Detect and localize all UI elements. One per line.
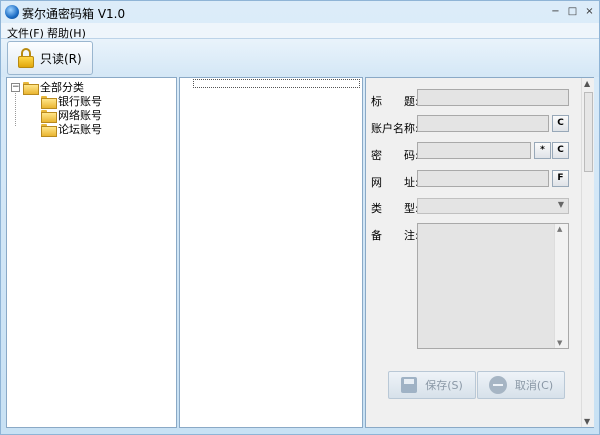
toolbar: 只读(R) [1, 39, 599, 77]
category-tree[interactable]: − 全部分类 银行账号 网络账号 论坛账号 [6, 77, 177, 428]
scrollbar-thumb[interactable] [584, 92, 593, 172]
folder-icon [41, 123, 57, 137]
close-button[interactable]: × [584, 6, 595, 17]
scroll-up-icon[interactable]: ▲ [584, 79, 590, 88]
tree-item-label: 论坛账号 [58, 123, 102, 136]
note-label: 备 注: [371, 229, 419, 242]
maximize-button[interactable]: □ [567, 6, 578, 17]
scroll-up-icon[interactable]: ▲ [557, 225, 562, 233]
save-disk-icon [401, 377, 418, 393]
list-header-row[interactable] [193, 79, 360, 88]
cancel-circle-icon [488, 376, 507, 394]
type-label: 类 型: [371, 202, 419, 215]
open-url-button[interactable]: F [552, 170, 569, 187]
menu-bar: 文件(F) 帮助(H) [1, 23, 599, 40]
folder-icon [41, 95, 57, 109]
chevron-down-icon: ▼ [557, 200, 564, 209]
folder-icon [41, 109, 57, 123]
form-scrollbar[interactable]: ▲ ▼ [581, 78, 594, 427]
account-name-field[interactable] [417, 115, 549, 132]
copy-account-button[interactable]: C [552, 115, 569, 132]
entry-detail-form: 标 题: 账户名称: C 密 码: * C 网 址: F 类 型: ▼ 备 注:… [365, 77, 594, 428]
scroll-down-icon[interactable]: ▼ [584, 417, 590, 426]
copy-password-button[interactable]: C [552, 142, 569, 159]
password-label: 密 码: [371, 149, 419, 162]
tree-item-network-accounts[interactable]: 网络账号 [41, 108, 102, 123]
readonly-button[interactable]: 只读(R) [7, 41, 93, 75]
app-logo-icon [5, 5, 19, 19]
cancel-label: 取消(C) [514, 379, 554, 392]
scroll-down-icon[interactable]: ▼ [557, 339, 562, 347]
type-select[interactable]: ▼ [417, 198, 569, 214]
tree-connector-lines [15, 90, 16, 126]
account-name-label: 账户名称: [371, 122, 419, 135]
folder-icon [23, 81, 39, 95]
title-bar: 赛尔通密码箱 V1.0 − □ × [1, 1, 599, 23]
url-field[interactable] [417, 170, 549, 187]
app-window: 赛尔通密码箱 V1.0 − □ × 文件(F) 帮助(H) 只读(R) − 全部… [0, 0, 600, 435]
readonly-label: 只读(R) [40, 51, 82, 66]
show-password-button[interactable]: * [534, 142, 551, 159]
note-textarea[interactable]: ▲ ▼ [417, 223, 569, 349]
title-field[interactable] [417, 89, 569, 106]
password-field[interactable] [417, 142, 531, 159]
note-scrollbar[interactable]: ▲ ▼ [554, 224, 568, 348]
collapse-icon[interactable]: − [11, 82, 20, 92]
url-label: 网 址: [371, 176, 419, 189]
entry-list[interactable] [179, 77, 363, 428]
tree-item-bank-accounts[interactable]: 银行账号 [41, 94, 102, 109]
title-label: 标 题: [371, 95, 419, 108]
tree-item-all-categories[interactable]: − 全部分类 [11, 80, 84, 95]
minimize-button[interactable]: − [550, 6, 561, 17]
save-label: 保存(S) [425, 379, 463, 392]
cancel-button[interactable]: 取消(C) [477, 371, 565, 399]
save-button[interactable]: 保存(S) [388, 371, 476, 399]
window-title: 赛尔通密码箱 V1.0 [22, 7, 126, 21]
tree-item-forum-accounts[interactable]: 论坛账号 [41, 122, 102, 137]
lock-icon [18, 48, 34, 68]
